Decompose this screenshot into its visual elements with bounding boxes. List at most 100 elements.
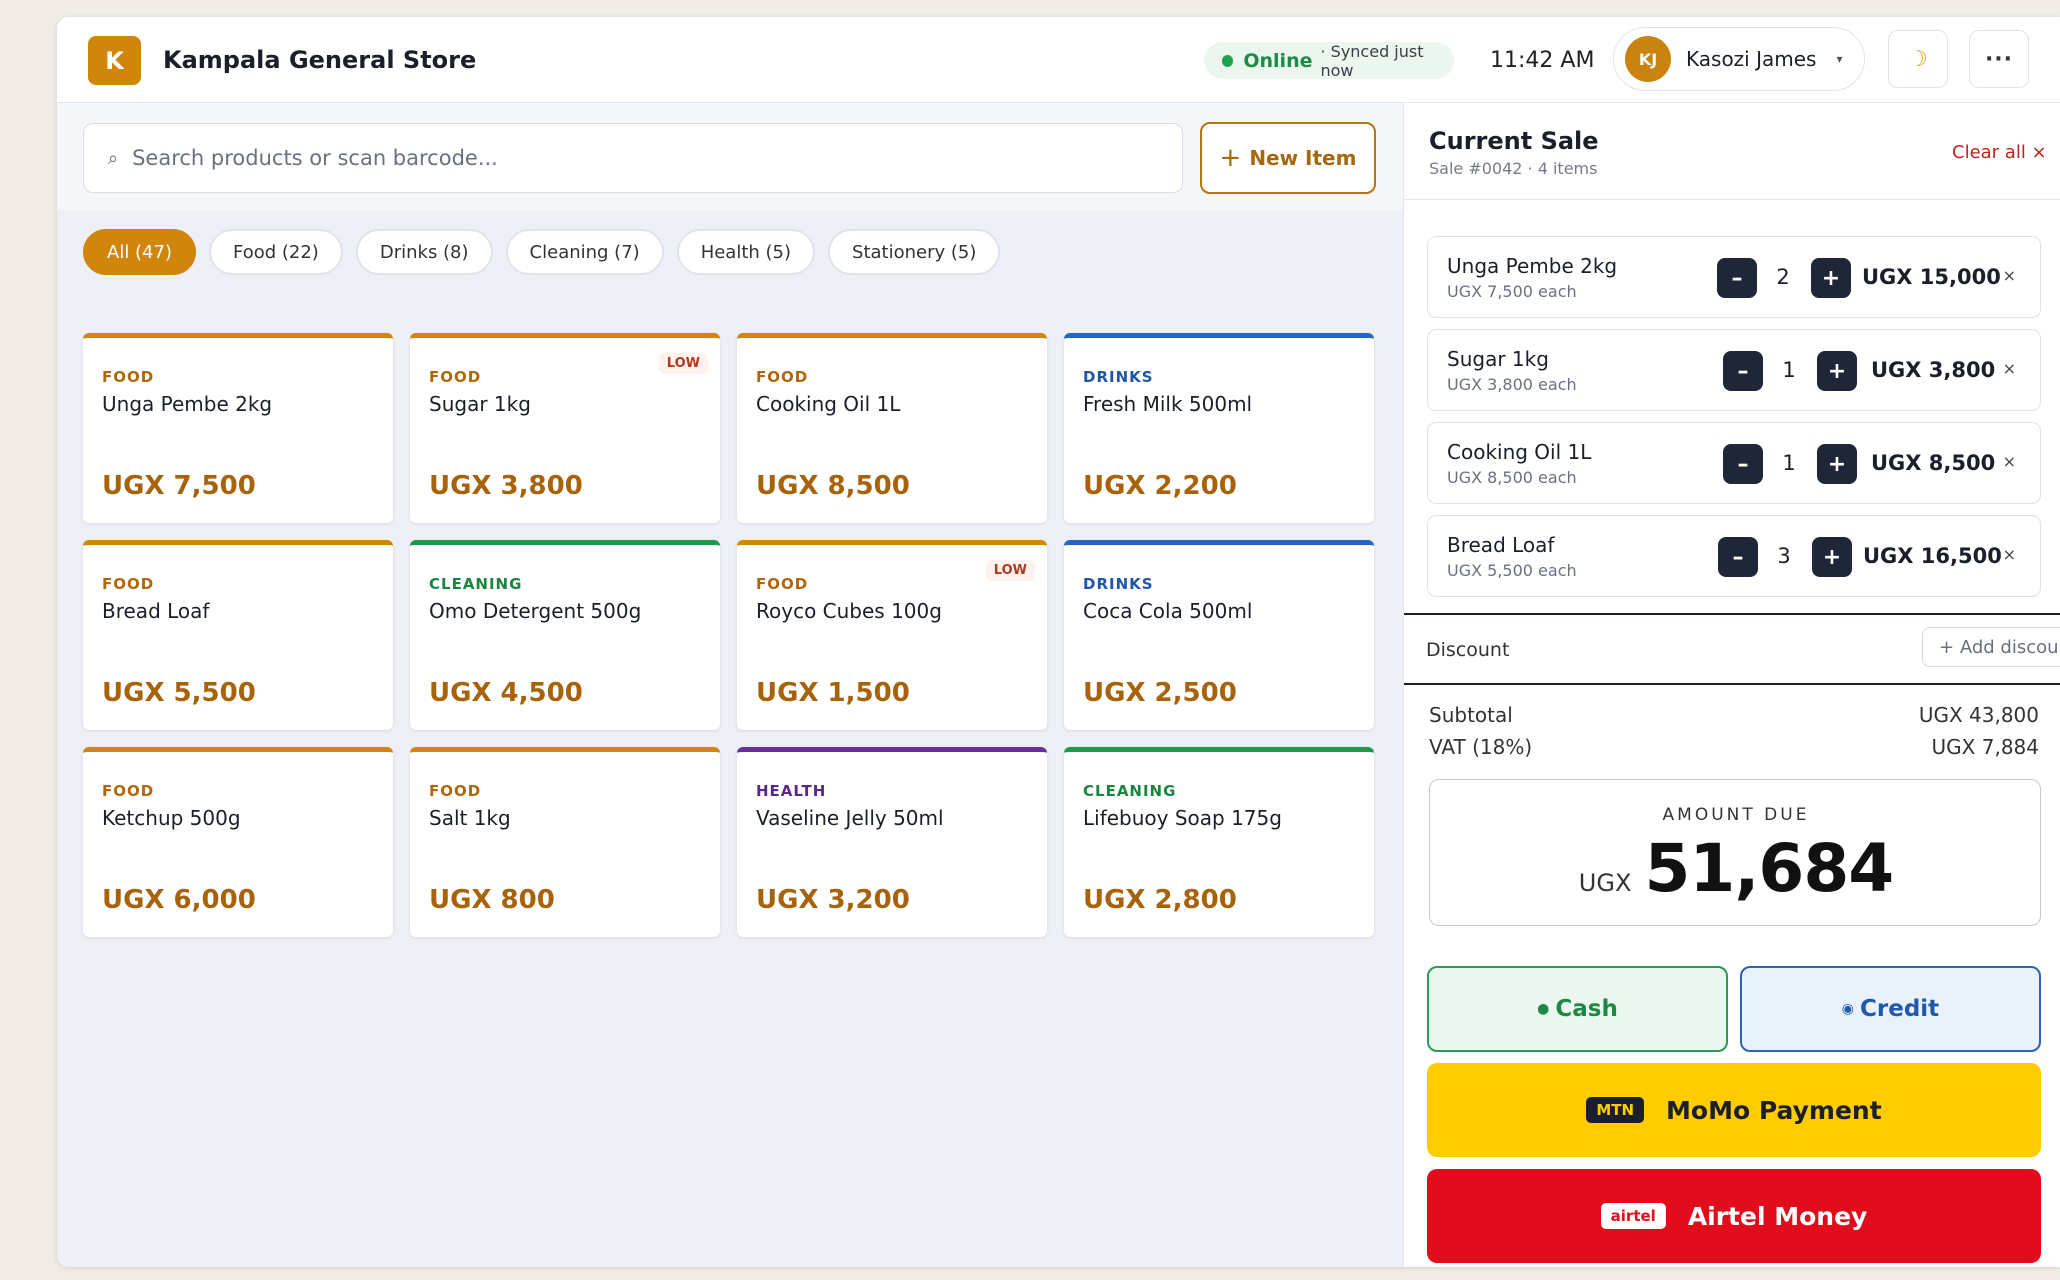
- product-price: UGX 800: [429, 885, 555, 915]
- product-card[interactable]: CLEANING Omo Detergent 500g UGX 4,500: [410, 540, 720, 730]
- remove-item-icon[interactable]: ×: [2003, 266, 2016, 285]
- clear-all-button[interactable]: Clear all ×: [1952, 142, 2047, 163]
- amount-due-box: AMOUNT DUE UGX 51,684: [1429, 779, 2041, 926]
- product-price: UGX 7,500: [102, 471, 256, 501]
- theme-toggle-button[interactable]: ☽: [1888, 30, 1948, 88]
- product-price: UGX 5,500: [102, 678, 256, 708]
- add-discount-button[interactable]: + Add discount: [1922, 627, 2060, 667]
- decrease-qty-button[interactable]: –: [1717, 258, 1757, 298]
- cart-item-total: UGX 16,500: [1863, 544, 2002, 568]
- increase-qty-button[interactable]: +: [1817, 444, 1857, 484]
- app-header: K Kampala General Store Online · Synced …: [57, 17, 2060, 103]
- momo-payment-button[interactable]: MTN MoMo Payment: [1427, 1063, 2041, 1157]
- store-name: Kampala General Store: [163, 46, 477, 74]
- cart-item: Bread Loaf UGX 5,500 each – 3 + UGX 16,5…: [1427, 515, 2041, 597]
- cash-label: Cash: [1555, 996, 1618, 1022]
- divider: [1404, 683, 2060, 685]
- decrease-qty-button[interactable]: –: [1723, 444, 1763, 484]
- filter-chip-health[interactable]: Health (5): [676, 229, 816, 275]
- product-name: Royco Cubes 100g: [756, 599, 942, 623]
- product-name: Cooking Oil 1L: [756, 392, 901, 416]
- status-sync-text: · Synced just now: [1320, 41, 1424, 80]
- increase-qty-button[interactable]: +: [1817, 351, 1857, 391]
- mtn-logo-icon: MTN: [1586, 1097, 1645, 1123]
- cart-item-name: Cooking Oil 1L: [1447, 440, 1592, 464]
- online-dot-icon: [1222, 54, 1234, 67]
- credit-button[interactable]: ◉ Credit: [1740, 966, 2041, 1052]
- moon-icon: ☽: [1908, 46, 1928, 72]
- airtel-label: Airtel Money: [1687, 1201, 1868, 1231]
- product-card[interactable]: HEALTH Vaseline Jelly 50ml UGX 3,200: [737, 747, 1047, 937]
- vat-label: VAT (18%): [1429, 735, 1533, 759]
- status-online-text: Online: [1243, 49, 1313, 72]
- product-category: FOOD: [429, 782, 482, 800]
- low-stock-badge: LOW: [985, 560, 1035, 581]
- remove-item-icon[interactable]: ×: [2003, 452, 2016, 471]
- product-card[interactable]: DRINKS Coca Cola 500ml UGX 2,500: [1064, 540, 1374, 730]
- pos-window: K Kampala General Store Online · Synced …: [57, 17, 2060, 1267]
- cart-item-unit-price: UGX 8,500 each: [1447, 468, 1577, 487]
- product-card[interactable]: FOOD Ketchup 500g UGX 6,000: [83, 747, 393, 937]
- product-card[interactable]: FOOD Cooking Oil 1L UGX 8,500: [737, 333, 1047, 523]
- cart-item-name: Unga Pembe 2kg: [1447, 254, 1618, 278]
- filter-chip-stationery[interactable]: Stationery (5): [828, 229, 1001, 275]
- clock: 11:42 AM: [1490, 48, 1595, 73]
- product-card[interactable]: CLEANING Lifebuoy Soap 175g UGX 2,800: [1064, 747, 1374, 937]
- category-filters: All (47) Food (22) Drinks (8) Cleaning (…: [83, 229, 1001, 275]
- filter-chip-drinks[interactable]: Drinks (8): [355, 229, 493, 275]
- product-category: FOOD: [756, 368, 809, 386]
- search-input[interactable]: [132, 146, 1133, 170]
- product-card[interactable]: DRINKS Fresh Milk 500ml UGX 2,200: [1064, 333, 1374, 523]
- product-grid: FOOD Unga Pembe 2kg UGX 7,500 LOW FOOD S…: [83, 333, 1374, 937]
- product-category: FOOD: [102, 575, 155, 593]
- cart-item-qty: 3: [1777, 544, 1791, 568]
- product-name: Omo Detergent 500g: [429, 599, 642, 623]
- divider: [1404, 199, 2060, 200]
- increase-qty-button[interactable]: +: [1812, 537, 1852, 577]
- more-icon: ···: [1984, 46, 2014, 72]
- product-card[interactable]: LOW FOOD Sugar 1kg UGX 3,800: [410, 333, 720, 523]
- product-card[interactable]: FOOD Bread Loaf UGX 5,500: [83, 540, 393, 730]
- product-category: DRINKS: [1083, 575, 1154, 593]
- product-card[interactable]: FOOD Unga Pembe 2kg UGX 7,500: [83, 333, 393, 523]
- filter-chip-all[interactable]: All (47): [83, 229, 196, 275]
- product-card[interactable]: FOOD Salt 1kg UGX 800: [410, 747, 720, 937]
- current-sale-panel: Current Sale Sale #0042 · 4 items Clear …: [1403, 103, 2060, 1267]
- filter-chip-food[interactable]: Food (22): [209, 229, 343, 275]
- product-category: CLEANING: [1083, 782, 1177, 800]
- divider: [1404, 613, 2060, 615]
- user-menu-button[interactable]: KJ Kasozi James ▾: [1613, 27, 1865, 91]
- product-price: UGX 4,500: [429, 678, 583, 708]
- cart-item: Cooking Oil 1L UGX 8,500 each – 1 + UGX …: [1427, 422, 2041, 504]
- low-stock-badge: LOW: [658, 353, 708, 374]
- cash-button[interactable]: ● Cash: [1427, 966, 1728, 1052]
- decrease-qty-button[interactable]: –: [1723, 351, 1763, 391]
- filter-chip-cleaning[interactable]: Cleaning (7): [505, 229, 664, 275]
- amount-due-currency: UGX: [1578, 869, 1632, 897]
- product-name: Vaseline Jelly 50ml: [756, 806, 944, 830]
- new-item-button[interactable]: + New Item: [1200, 122, 1376, 194]
- product-price: UGX 6,000: [102, 885, 256, 915]
- product-price: UGX 3,200: [756, 885, 910, 915]
- cart-item-qty: 1: [1782, 451, 1796, 475]
- airtel-logo-icon: airtel: [1600, 1203, 1666, 1229]
- product-card[interactable]: LOW FOOD Royco Cubes 100g UGX 1,500: [737, 540, 1047, 730]
- cart-item-unit-price: UGX 5,500 each: [1447, 561, 1577, 580]
- decrease-qty-button[interactable]: –: [1718, 537, 1758, 577]
- product-category: CLEANING: [429, 575, 523, 593]
- airtel-money-button[interactable]: airtel Airtel Money: [1427, 1169, 2041, 1263]
- remove-item-icon[interactable]: ×: [2003, 359, 2016, 378]
- increase-qty-button[interactable]: +: [1811, 258, 1851, 298]
- product-category: HEALTH: [756, 782, 827, 800]
- subtotal-row: Subtotal UGX 43,800: [1429, 703, 2039, 727]
- new-item-label: New Item: [1249, 146, 1357, 170]
- momo-label: MoMo Payment: [1666, 1095, 1882, 1125]
- cash-dot-icon: ●: [1537, 1001, 1550, 1017]
- cart-item: Unga Pembe 2kg UGX 7,500 each – 2 + UGX …: [1427, 236, 2041, 318]
- products-area: ⌕ + New Item All (47) Food (22) Drinks (…: [57, 103, 1403, 1267]
- search-box[interactable]: ⌕: [83, 123, 1183, 193]
- more-options-button[interactable]: ···: [1969, 30, 2029, 88]
- remove-item-icon[interactable]: ×: [2003, 545, 2016, 564]
- product-price: UGX 1,500: [756, 678, 910, 708]
- cart-item-name: Sugar 1kg: [1447, 347, 1549, 371]
